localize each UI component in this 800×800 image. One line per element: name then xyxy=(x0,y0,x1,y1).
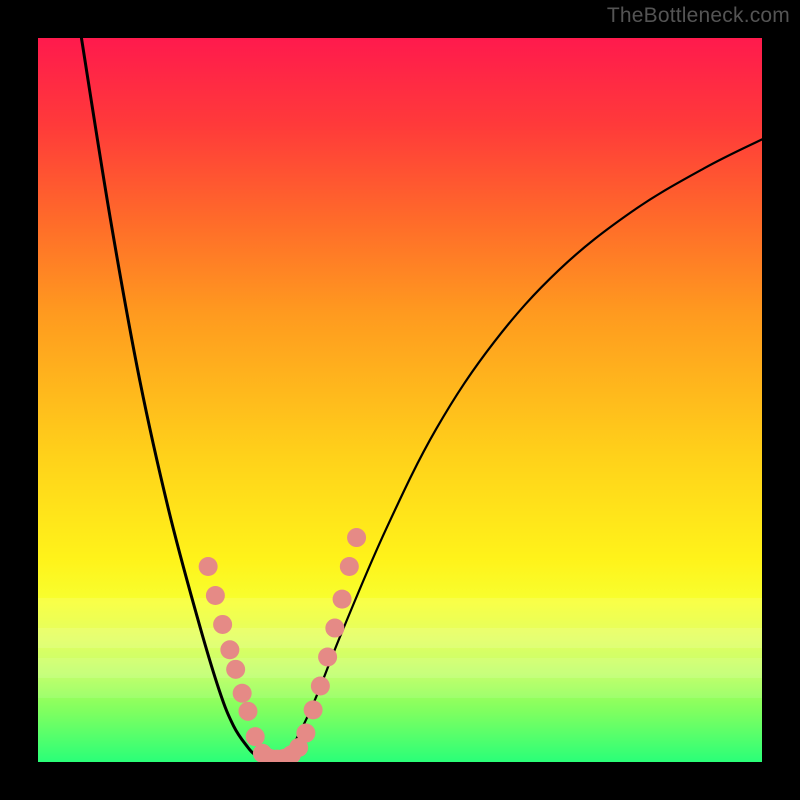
highlight-dot xyxy=(333,590,352,609)
highlight-dot xyxy=(246,727,265,746)
curve-group xyxy=(81,38,762,762)
highlight-dot xyxy=(325,619,344,638)
chart-frame: TheBottleneck.com xyxy=(0,0,800,800)
highlight-dot xyxy=(347,528,366,547)
highlight-dot xyxy=(199,557,218,576)
highlight-dot xyxy=(304,700,323,719)
highlight-dot xyxy=(238,702,257,721)
right-curve xyxy=(277,139,762,762)
chart-svg xyxy=(38,38,762,762)
highlight-dots xyxy=(199,528,366,762)
highlight-dot xyxy=(213,615,232,634)
watermark-text: TheBottleneck.com xyxy=(607,4,790,28)
highlight-dot xyxy=(318,648,337,667)
highlight-dot xyxy=(340,557,359,576)
highlight-dot xyxy=(206,586,225,605)
highlight-dot xyxy=(311,676,330,695)
left-curve xyxy=(81,38,276,762)
highlight-dot xyxy=(233,684,252,703)
highlight-dot xyxy=(226,660,245,679)
highlight-dot xyxy=(296,724,315,743)
highlight-dot xyxy=(220,640,239,659)
